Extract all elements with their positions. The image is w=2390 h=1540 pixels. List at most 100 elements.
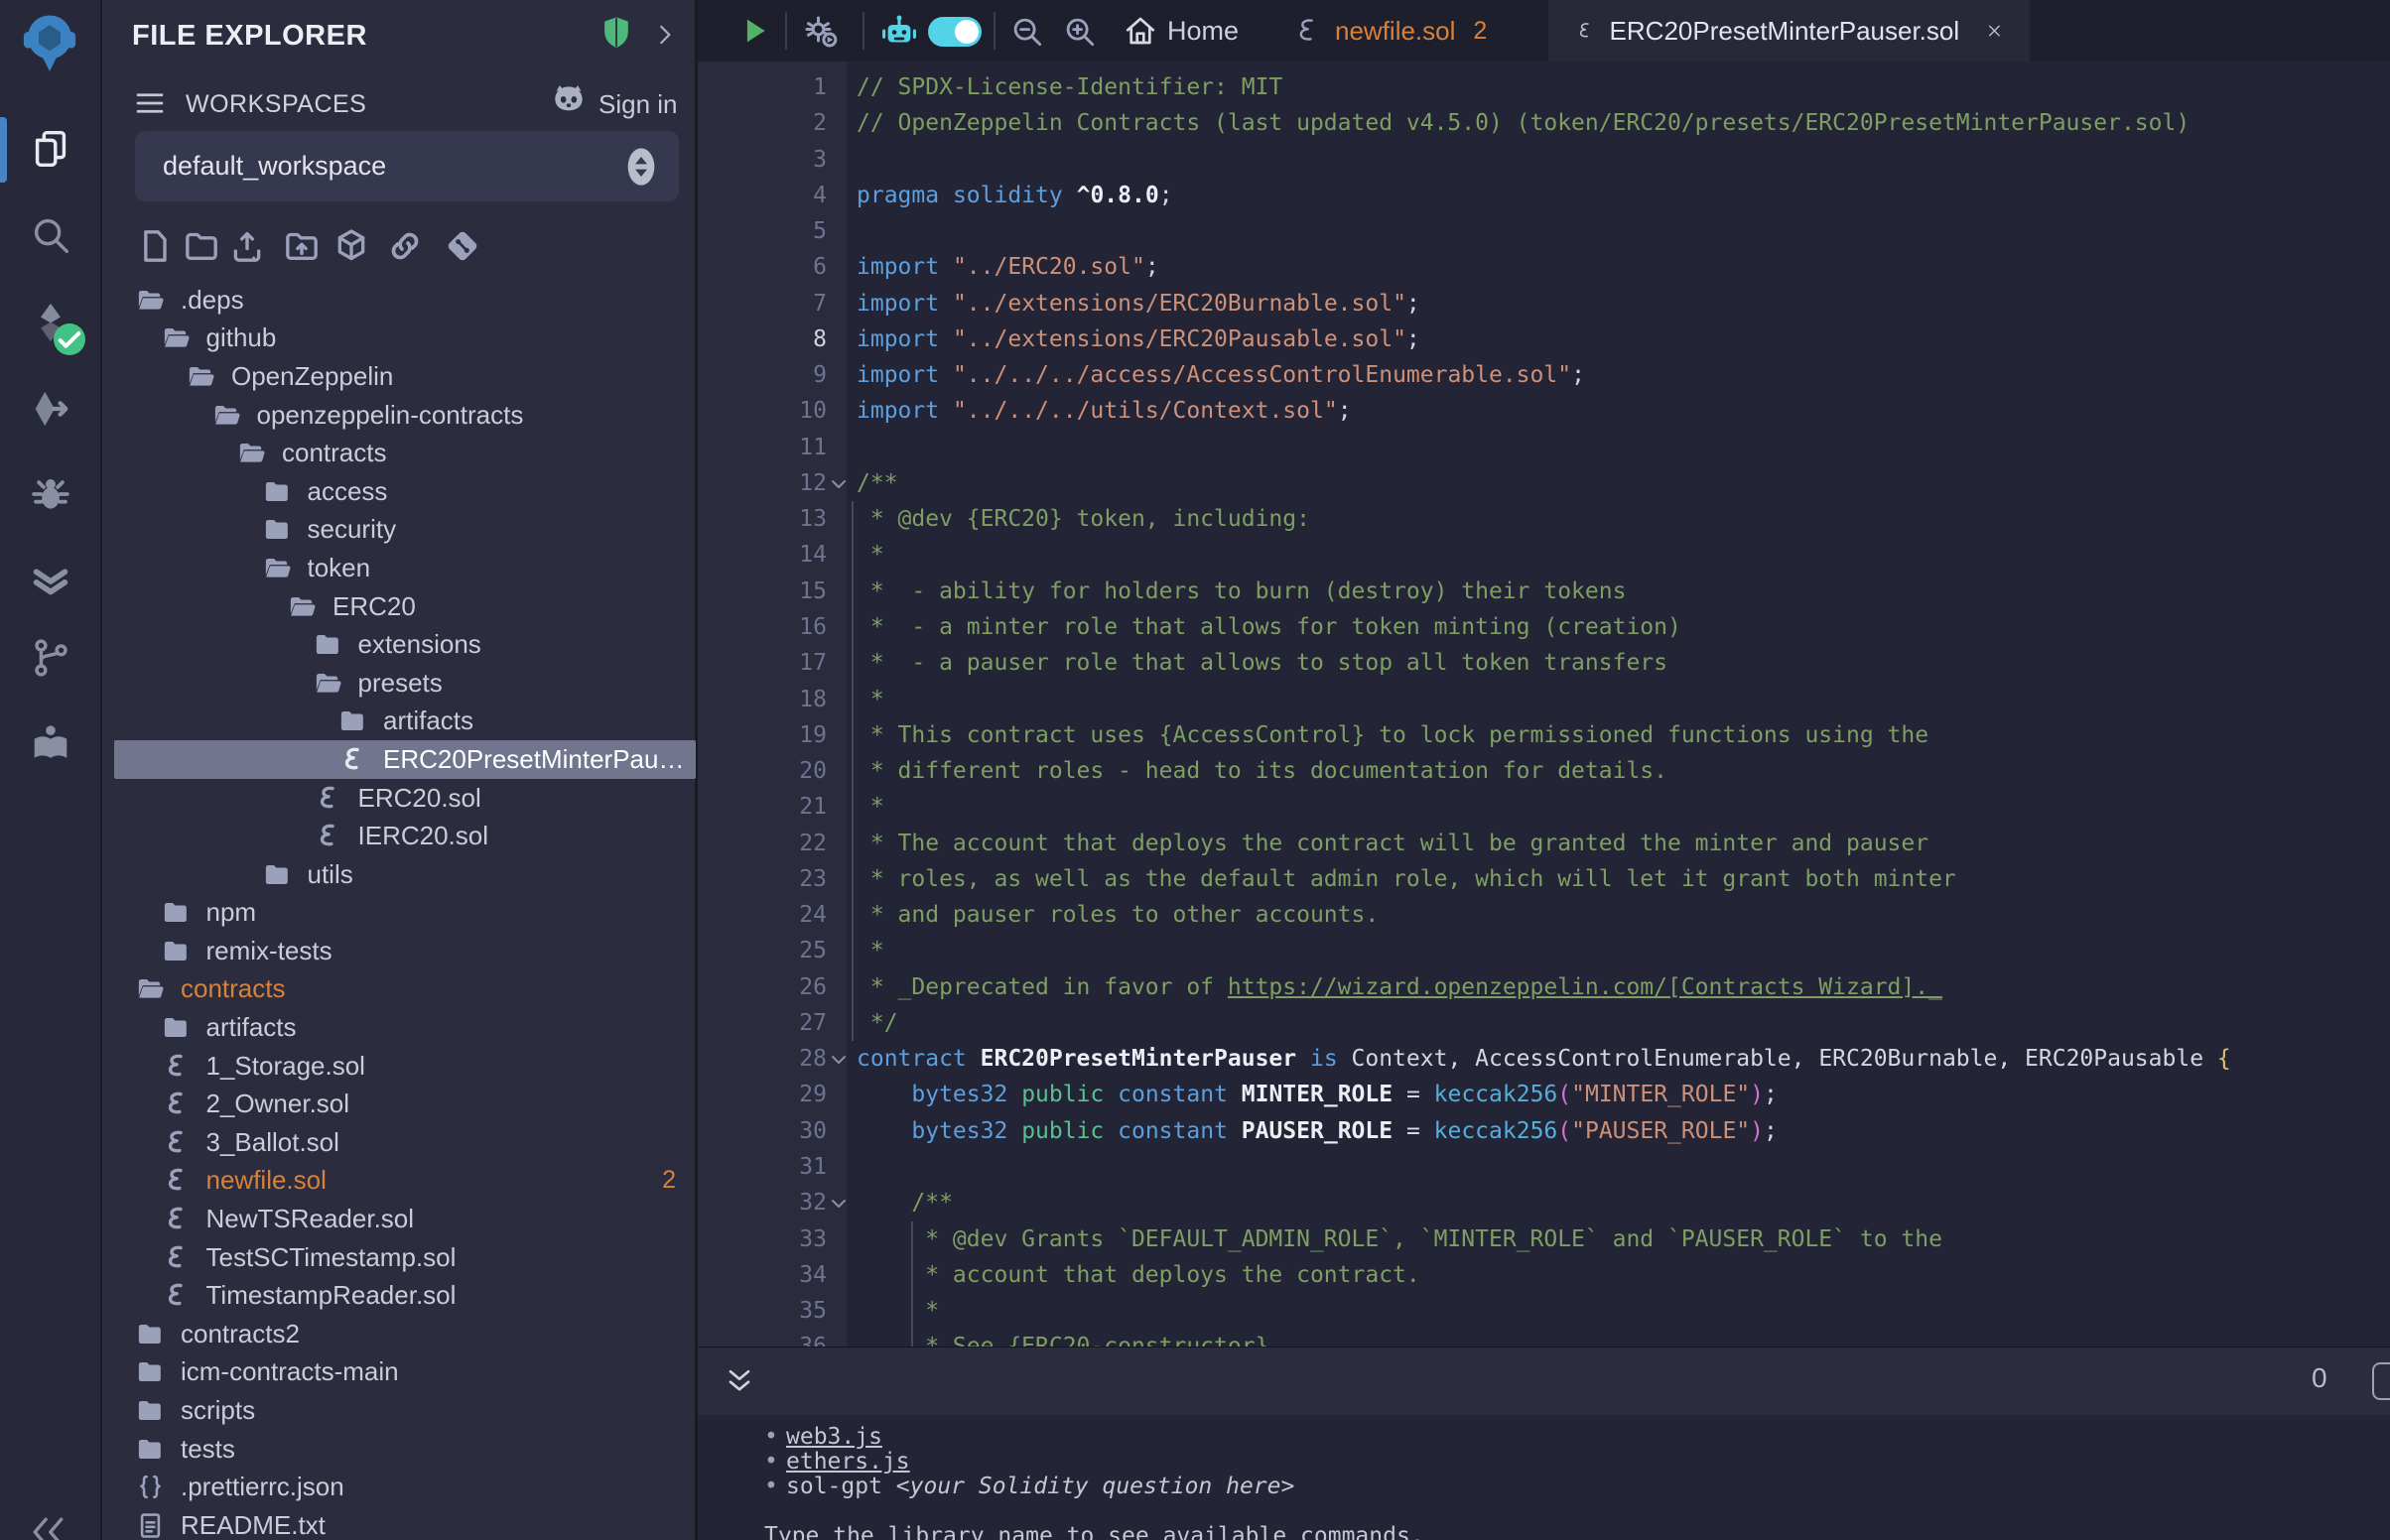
sidebar-item-debugger[interactable] — [0, 459, 100, 529]
tree-item-2-owner-sol[interactable]: 2_Owner.sol — [102, 1085, 698, 1123]
code-line-7[interactable]: 7import "../extensions/ERC20Burnable.sol… — [698, 286, 2390, 321]
tree-item-contracts2[interactable]: contracts2 — [102, 1315, 698, 1353]
tree-item-erc20presetminterpauser-[interactable]: ERC20PresetMinterPauser... — [114, 740, 696, 779]
sign-in-button[interactable]: Sign in — [598, 89, 678, 120]
terminal-expand-icon[interactable] — [722, 1363, 757, 1399]
code-line-4[interactable]: 4pragma solidity ^0.8.0; — [698, 178, 2390, 213]
code-line-19[interactable]: 19 * This contract uses {AccessControl} … — [698, 717, 2390, 753]
new-file-icon[interactable] — [135, 226, 175, 266]
code-line-5[interactable]: 5 — [698, 213, 2390, 249]
sidebar-item-solidity-compiler[interactable] — [0, 288, 100, 357]
tree-item-erc20-sol[interactable]: ERC20.sol — [102, 779, 698, 818]
code-line-16[interactable]: 16 * - a minter role that allows for tok… — [698, 609, 2390, 645]
code-line-34[interactable]: 34 * account that deploys the contract. — [698, 1257, 2390, 1293]
terminal-search-input[interactable] — [2372, 1362, 2390, 1400]
code-line-30[interactable]: 30 bytes32 public constant PAUSER_ROLE =… — [698, 1113, 2390, 1149]
sidebar-item-unit-testing[interactable] — [0, 546, 100, 615]
tree-item--deps[interactable]: .deps — [102, 281, 698, 320]
fold-chevron-icon[interactable] — [827, 1048, 851, 1072]
load-package-icon[interactable] — [332, 226, 371, 266]
upload-folder-icon[interactable] — [282, 226, 322, 266]
sidebar-item-search[interactable] — [0, 200, 100, 270]
ai-copilot-toggle[interactable] — [928, 17, 982, 47]
code-line-8[interactable]: 8import "../extensions/ERC20Pausable.sol… — [698, 321, 2390, 357]
code-line-11[interactable]: 11 — [698, 430, 2390, 465]
tree-item-security[interactable]: security — [102, 511, 698, 550]
code-line-25[interactable]: 25 * — [698, 933, 2390, 968]
code-line-20[interactable]: 20 * different roles - head to its docum… — [698, 753, 2390, 789]
code-line-33[interactable]: 33 * @dev Grants `DEFAULT_ADMIN_ROLE`, `… — [698, 1221, 2390, 1257]
tree-item-contracts[interactable]: contracts — [102, 970, 698, 1009]
code-line-13[interactable]: 13 * @dev {ERC20} token, including: — [698, 501, 2390, 537]
sidebar-item-deploy-run[interactable] — [0, 374, 100, 444]
tree-item-timestampreader-sol[interactable]: TimestampReader.sol — [102, 1276, 698, 1315]
tree-item-presets[interactable]: presets — [102, 664, 698, 703]
home-icon[interactable] — [1123, 13, 1158, 49]
code-line-17[interactable]: 17 * - a pauser role that allows to stop… — [698, 645, 2390, 681]
code-line-24[interactable]: 24 * and pauser roles to other accounts. — [698, 897, 2390, 933]
workspace-select[interactable]: default_workspace — [135, 131, 679, 201]
code-line-26[interactable]: 26 * _Deprecated in favor of https://wiz… — [698, 969, 2390, 1005]
code-line-10[interactable]: 10import "../../../utils/Context.sol"; — [698, 393, 2390, 429]
code-line-22[interactable]: 22 * The account that deploys the contra… — [698, 826, 2390, 861]
code-line-2[interactable]: 2// OpenZeppelin Contracts (last updated… — [698, 105, 2390, 141]
code-line-6[interactable]: 6import "../ERC20.sol"; — [698, 249, 2390, 285]
home-tab-label[interactable]: Home — [1167, 16, 1239, 47]
code-line-9[interactable]: 9import "../../../access/AccessControlEn… — [698, 357, 2390, 393]
workspaces-menu-icon[interactable] — [132, 85, 168, 121]
tree-item-github[interactable]: github — [102, 320, 698, 358]
code-line-1[interactable]: 1// SPDX-License-Identifier: MIT — [698, 69, 2390, 105]
tree-item-remix-tests[interactable]: remix-tests — [102, 932, 698, 970]
code-line-23[interactable]: 23 * roles, as well as the default admin… — [698, 861, 2390, 897]
import-url-icon[interactable] — [385, 226, 425, 266]
chevron-right-icon[interactable] — [650, 20, 680, 50]
remix-logo-icon[interactable] — [17, 8, 82, 77]
close-tab-icon[interactable] — [1985, 17, 2004, 45]
tree-item-utils[interactable]: utils — [102, 855, 698, 894]
tree-item-artifacts[interactable]: artifacts — [102, 703, 698, 741]
code-line-31[interactable]: 31 — [698, 1149, 2390, 1185]
code-line-27[interactable]: 27 */ — [698, 1005, 2390, 1041]
code-line-35[interactable]: 35 * — [698, 1293, 2390, 1329]
code-line-18[interactable]: 18 * — [698, 682, 2390, 717]
tree-item-contracts[interactable]: contracts — [102, 434, 698, 472]
tree-item-1-storage-sol[interactable]: 1_Storage.sol — [102, 1047, 698, 1086]
code-line-14[interactable]: 14 * — [698, 537, 2390, 573]
tree-item-artifacts[interactable]: artifacts — [102, 1008, 698, 1047]
shield-icon[interactable] — [598, 14, 634, 52]
tree-item-extensions[interactable]: extensions — [102, 625, 698, 664]
tree-item-tests[interactable]: tests — [102, 1430, 698, 1469]
tree-item-openzeppelin-contracts[interactable]: openzeppelin-contracts — [102, 396, 698, 435]
tree-item-erc20[interactable]: ERC20 — [102, 587, 698, 626]
fold-chevron-icon[interactable] — [827, 1192, 851, 1216]
tree-item-ierc20-sol[interactable]: IERC20.sol — [102, 817, 698, 855]
code-line-21[interactable]: 21 * — [698, 789, 2390, 825]
code-line-3[interactable]: 3 — [698, 142, 2390, 178]
code-line-12[interactable]: 12/** — [698, 465, 2390, 501]
tree-item-openzeppelin[interactable]: OpenZeppelin — [102, 357, 698, 396]
terminal-link[interactable]: ethers.js — [786, 1449, 910, 1475]
code-line-29[interactable]: 29 bytes32 public constant MINTER_ROLE =… — [698, 1077, 2390, 1112]
code-editor[interactable]: 1// SPDX-License-Identifier: MIT2// Open… — [698, 62, 2390, 1347]
code-line-15[interactable]: 15 * - ability for holders to burn (dest… — [698, 574, 2390, 609]
tree-item-npm[interactable]: npm — [102, 894, 698, 933]
tree-item-readme-txt[interactable]: README.txt — [102, 1506, 698, 1540]
zoom-in-icon[interactable] — [1061, 13, 1099, 51]
tree-item-3-ballot-sol[interactable]: 3_Ballot.sol — [102, 1123, 698, 1162]
collapse-sidebar-icon[interactable] — [26, 1510, 69, 1540]
run-script-button[interactable] — [737, 14, 771, 48]
tree-item-icm-contracts-main[interactable]: icm-contracts-main — [102, 1353, 698, 1392]
tab-erc20presetminterpauser-sol[interactable]: ERC20PresetMinterPauser.sol — [1548, 0, 2030, 62]
clone-git-icon[interactable] — [443, 226, 482, 266]
fold-chevron-icon[interactable] — [827, 472, 851, 496]
upload-file-icon[interactable] — [227, 226, 267, 266]
new-folder-icon[interactable] — [182, 226, 221, 266]
zoom-out-icon[interactable] — [1008, 13, 1046, 51]
tree-item-access[interactable]: access — [102, 472, 698, 511]
terminal-link[interactable]: web3.js — [786, 1424, 882, 1450]
tree-item-newfile-sol[interactable]: newfile.sol2 — [102, 1162, 698, 1201]
tree-item-testsctimestamp-sol[interactable]: TestSCTimestamp.sol — [102, 1238, 698, 1277]
sidebar-item-learneth[interactable] — [0, 709, 100, 779]
code-line-36[interactable]: 36 * See {ERC20-constructor}. — [698, 1329, 2390, 1347]
sidebar-item-file-explorer[interactable] — [0, 114, 100, 184]
